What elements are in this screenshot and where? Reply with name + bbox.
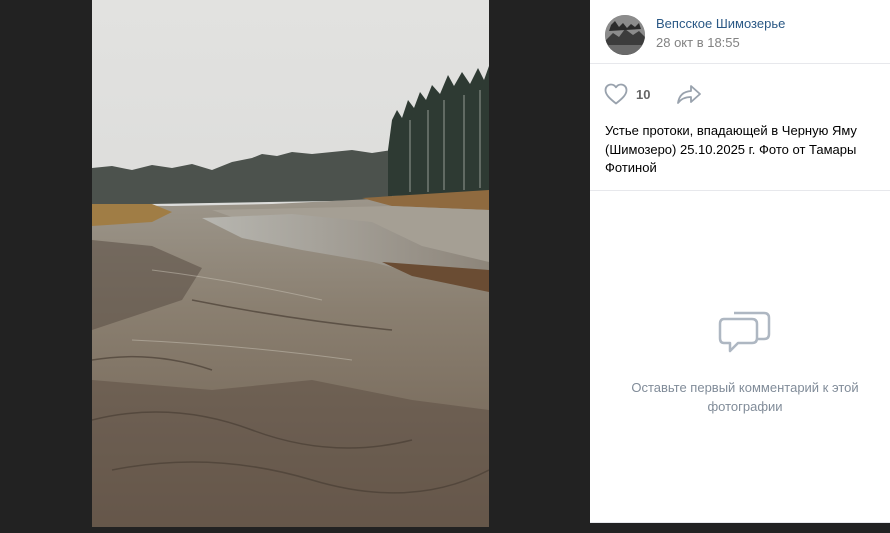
empty-comments-text: Оставьте первый комментарий к этой фотог…	[631, 380, 859, 414]
post-header: Вепсское Шимозерье 28 окт в 18:55	[590, 0, 890, 64]
post-date[interactable]: 28 окт в 18:55	[656, 35, 740, 50]
sidebar-bottom-edge	[590, 523, 890, 533]
photo-area[interactable]	[0, 0, 589, 533]
speech-bubbles-icon	[718, 305, 772, 360]
author-link[interactable]: Вепсское Шимозерье	[656, 16, 785, 31]
like-count: 10	[636, 86, 651, 102]
photo-caption: Устье протоки, впадающей в Черную Яму (Ш…	[590, 122, 890, 191]
photo-viewer: Вепсское Шимозерье 28 окт в 18:55 10 Уст…	[0, 0, 890, 533]
avatar[interactable]	[605, 15, 645, 55]
comments-section: Оставьте первый комментарий к этой фотог…	[590, 191, 890, 521]
photo[interactable]	[92, 0, 489, 527]
post-actions: 10	[590, 64, 890, 122]
like-button[interactable]: 10	[604, 83, 650, 105]
avatar-image	[605, 15, 645, 55]
share-arrow-icon	[677, 85, 701, 104]
heart-outline-icon	[604, 83, 628, 105]
photo-sidebar: Вепсское Шимозерье 28 окт в 18:55 10 Уст…	[590, 0, 890, 523]
share-button[interactable]	[676, 84, 702, 109]
photo-image	[92, 0, 489, 527]
